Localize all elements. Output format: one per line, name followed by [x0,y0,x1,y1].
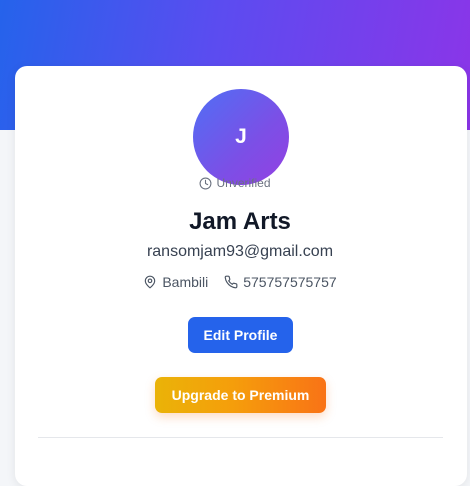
verification-status-label: Unverified [216,176,271,190]
avatar-initial: J [235,125,247,148]
phone-info: 575757575757 [224,274,337,290]
phone-label: 575757575757 [243,274,337,290]
profile-email: ransomjam93@gmail.com [146,243,334,260]
phone-icon [224,275,238,289]
divider [38,437,443,438]
clock-icon [200,177,212,189]
upgrade-premium-button[interactable]: Upgrade to Premium [155,377,326,413]
profile-name: Jam Arts [189,208,291,235]
location-info: Bambili [143,274,208,290]
verification-status: Unverified [0,176,470,190]
location-label: Bambili [162,274,209,290]
map-pin-icon [145,275,156,289]
avatar: J [193,89,289,185]
profile-meta: Bambili 575757575757 [0,274,470,290]
edit-profile-button[interactable]: Edit Profile [188,317,293,353]
